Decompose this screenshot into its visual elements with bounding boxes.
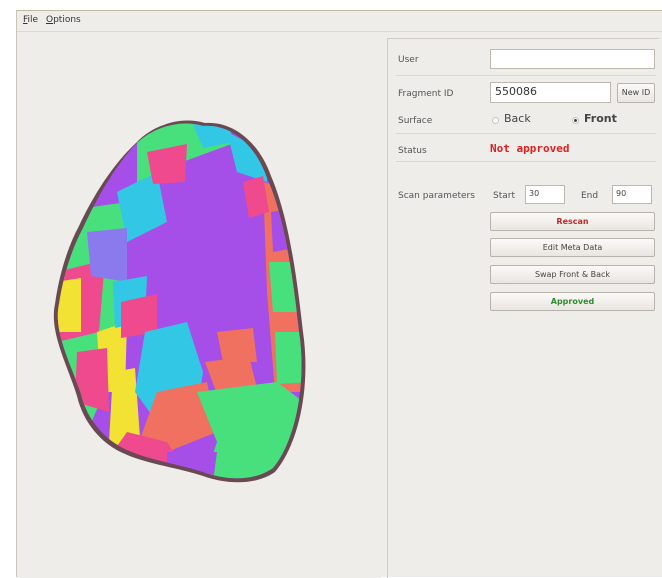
menu-options[interactable]: Options — [46, 15, 81, 25]
start-label: Start — [493, 191, 515, 201]
rescan-button[interactable]: Rescan — [490, 212, 655, 231]
app-window: File Options User Fragment ID 550086 New… — [16, 10, 662, 578]
3d-viewport[interactable] — [17, 32, 381, 578]
user-label: User — [398, 55, 419, 65]
front-radio-label[interactable]: Front — [584, 112, 617, 125]
menubar: File Options — [17, 11, 662, 32]
menu-file[interactable]: File — [23, 15, 38, 25]
end-label: End — [581, 191, 599, 201]
fragment-id-input[interactable]: 550086 — [490, 82, 611, 103]
swap-front-back-button[interactable]: Swap Front & Back — [490, 265, 655, 284]
separator — [396, 161, 656, 162]
approved-button[interactable]: Approved — [490, 292, 655, 311]
status-label: Status — [398, 146, 427, 156]
scan-parameters-label: Scan parameters — [398, 191, 475, 201]
fragment-id-label: Fragment ID — [398, 89, 454, 99]
user-input[interactable] — [490, 49, 655, 69]
edit-meta-data-button[interactable]: Edit Meta Data — [490, 238, 655, 257]
control-panel: User Fragment ID 550086 New ID Surface B… — [387, 38, 659, 578]
start-input[interactable]: 30 — [525, 185, 565, 204]
separator — [396, 75, 656, 76]
new-id-button[interactable]: New ID — [617, 83, 655, 103]
fragment-mesh-render[interactable] — [17, 32, 381, 578]
back-radio[interactable] — [492, 117, 499, 124]
back-radio-label[interactable]: Back — [504, 112, 531, 125]
status-value: Not approved — [490, 142, 570, 155]
surface-label: Surface — [398, 116, 433, 126]
front-radio[interactable] — [572, 117, 579, 124]
end-input[interactable]: 90 — [612, 185, 652, 204]
separator — [396, 133, 656, 134]
